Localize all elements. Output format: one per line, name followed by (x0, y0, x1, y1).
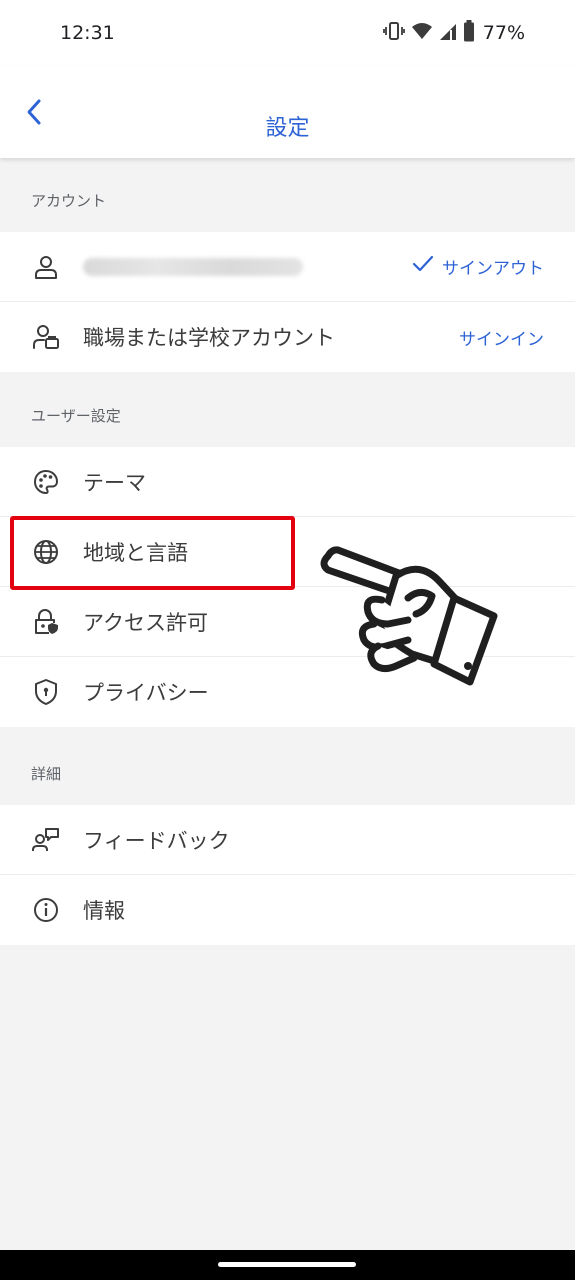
details-group: フィードバック 情報 (0, 805, 575, 945)
wifi-icon (411, 21, 433, 45)
account-email (83, 257, 303, 276)
person-icon (31, 252, 61, 282)
settings-item-label: アクセス許可 (83, 610, 208, 635)
section-header-user-settings: ユーザー設定 (0, 373, 575, 447)
pointing-hand-icon (316, 536, 502, 696)
home-gesture-handle[interactable] (218, 1262, 356, 1267)
battery-percent: 77% (482, 22, 525, 44)
section-header-label: アカウント (31, 192, 107, 210)
section-header-details: 詳細 (0, 730, 575, 804)
navigation-bar (0, 1250, 575, 1280)
settings-item-label: テーマ (83, 470, 146, 495)
sign-out-button[interactable]: サインアウト (412, 254, 544, 279)
section-header-label: ユーザー設定 (31, 407, 121, 425)
details-item-label: フィードバック (83, 828, 230, 853)
status-bar: 12:31 77% (0, 0, 575, 66)
details-item-label: 情報 (83, 899, 125, 923)
app-bar: 設定 (0, 66, 575, 158)
details-item-info[interactable]: 情報 (0, 875, 575, 945)
sign-in-label: サインイン (459, 329, 544, 350)
details-item-feedback[interactable]: フィードバック (0, 805, 575, 875)
lock-shield-icon (31, 607, 61, 637)
signal-icon (439, 21, 457, 45)
highlight-box (10, 516, 295, 590)
page-title: 設定 (265, 116, 310, 141)
vibrate-icon (382, 21, 405, 45)
sign-out-label: サインアウト (442, 259, 544, 279)
personal-account-row[interactable]: サインアウト (0, 232, 575, 302)
feedback-icon (31, 825, 61, 855)
section-header-label: 詳細 (31, 765, 62, 783)
settings-item-theme[interactable]: テーマ (0, 447, 575, 517)
work-account-row[interactable]: 職場または学校アカウント サインイン (0, 302, 575, 372)
person-work-icon (31, 322, 61, 352)
sign-in-button[interactable]: サインイン (459, 325, 544, 350)
check-icon (412, 255, 434, 278)
palette-icon (31, 467, 61, 497)
section-header-account: アカウント (0, 158, 575, 232)
status-time: 12:31 (60, 22, 115, 44)
work-account-label: 職場または学校アカウント (83, 326, 335, 350)
settings-item-label: プライバシー (83, 681, 209, 705)
shield-icon (31, 677, 61, 707)
battery-icon (463, 20, 475, 46)
info-icon (31, 895, 61, 925)
status-icons: 77% (382, 20, 525, 46)
account-group: サインアウト 職場または学校アカウント サインイン (0, 232, 575, 372)
